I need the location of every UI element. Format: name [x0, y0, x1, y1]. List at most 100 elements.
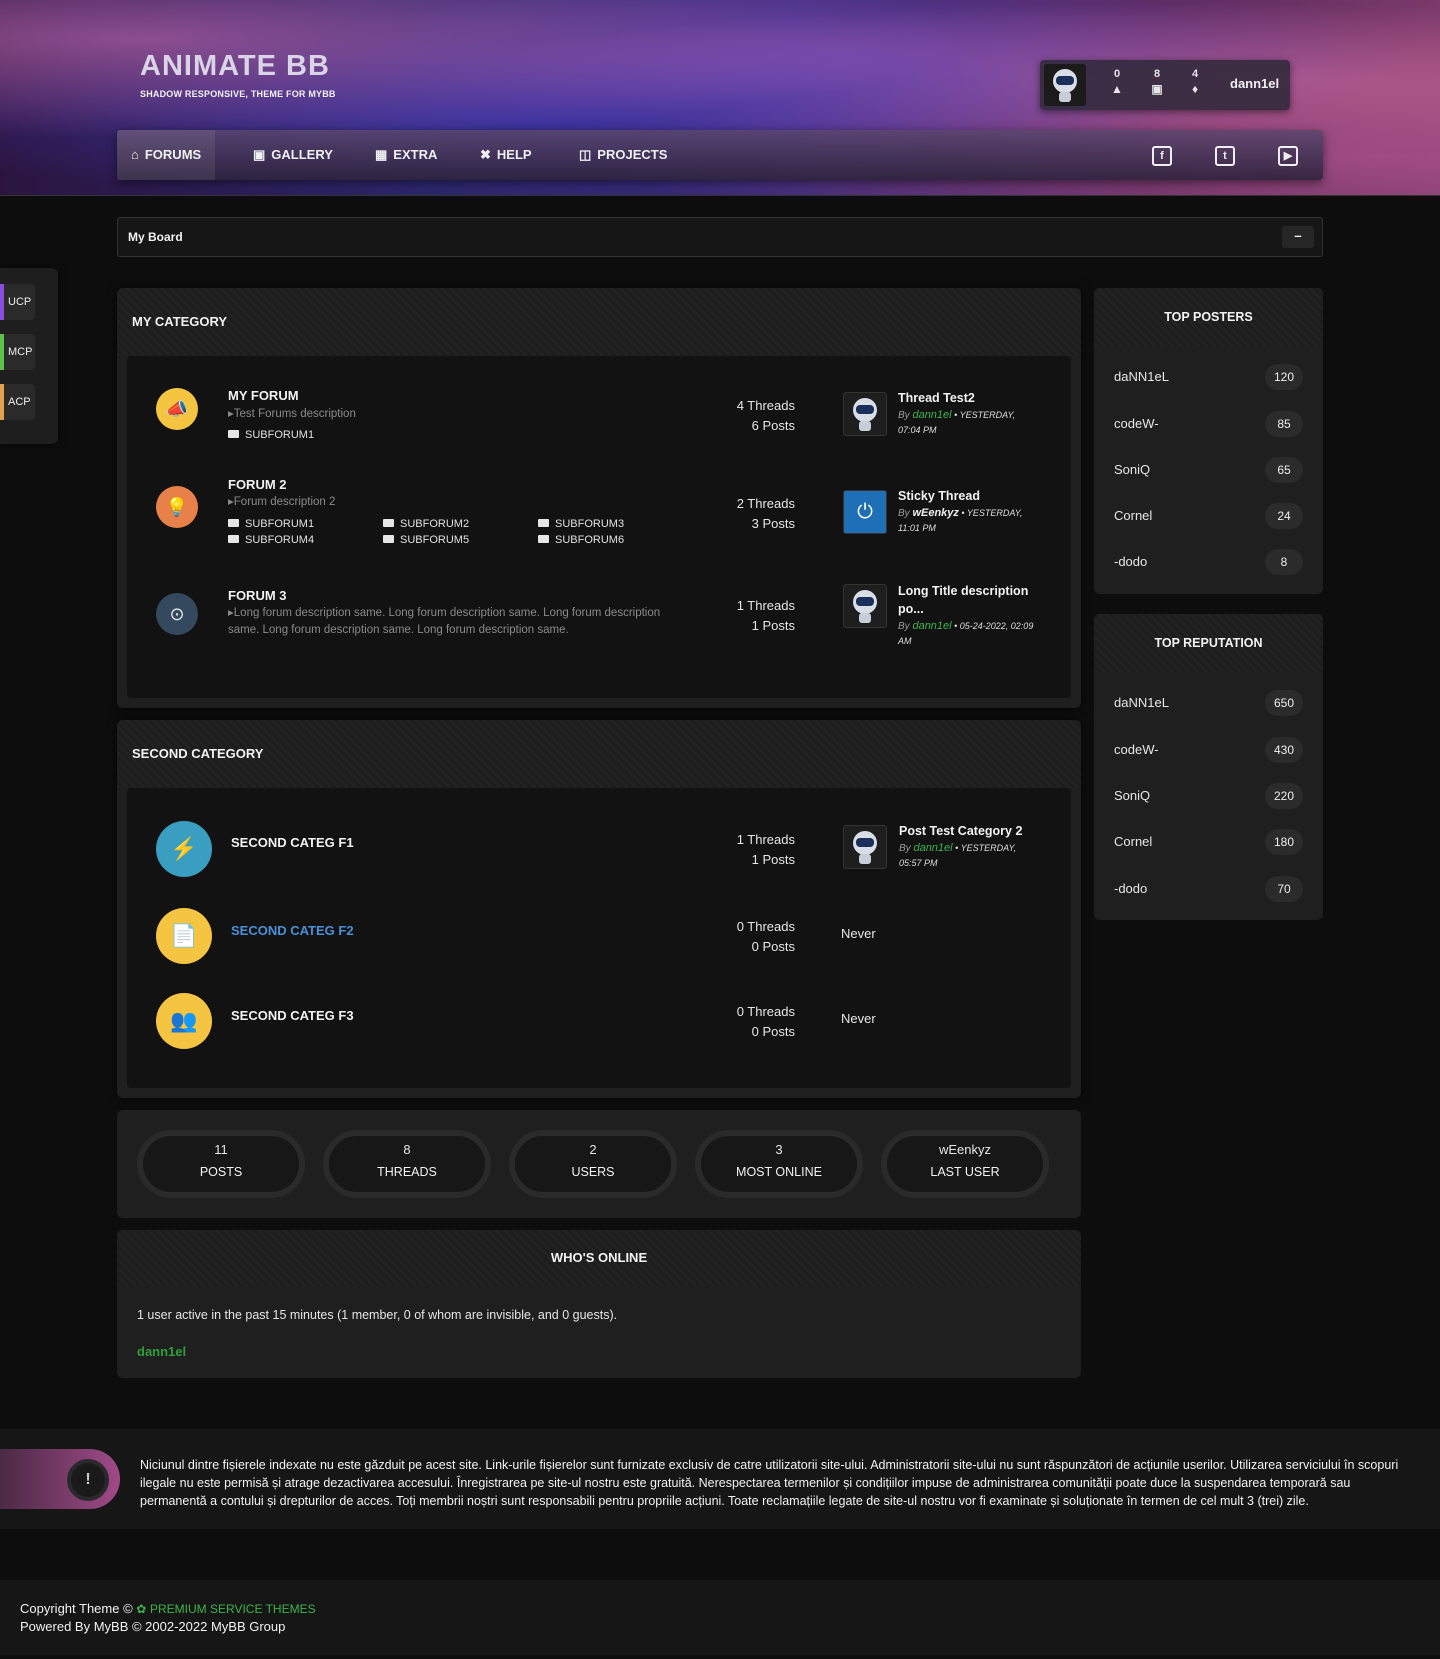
subforum-link[interactable]: SUBFORUM3	[538, 518, 624, 530]
post-count: 3 Posts	[751, 516, 795, 531]
subforum-link[interactable]: SUBFORUM2	[383, 518, 469, 530]
last-poster-avatar[interactable]	[843, 825, 887, 869]
nav-gallery[interactable]: ▣ GALLERY	[239, 130, 347, 180]
robot-avatar-icon	[853, 398, 877, 431]
last-post-user[interactable]: dann1el	[913, 842, 952, 854]
sitemap-icon: ◫	[579, 147, 592, 162]
last-post-meta: By wEenkyz • YESTERDAY, 11:01 PM	[898, 507, 1023, 533]
user-avatar[interactable]	[1044, 64, 1086, 106]
threads-count: 8	[1153, 68, 1161, 80]
forum-title[interactable]: FORUM 2	[228, 477, 287, 492]
list-item[interactable]: -dodo 70	[1094, 874, 1323, 904]
list-item[interactable]: codeW- 430	[1094, 735, 1323, 765]
forum-stats: 0 Threads 0 Posts	[737, 917, 795, 957]
disclaimer-text: Niciunul dintre fișierele indexate nu es…	[140, 1458, 1399, 1508]
forum-row: ⚡ SECOND CATEG F1 1 Threads 1 Posts Post…	[127, 788, 1071, 888]
subforum-link[interactable]: SUBFORUM4	[228, 534, 314, 546]
nav-help[interactable]: ✖ HELP	[466, 130, 546, 180]
thread-count: 4 Threads	[736, 398, 795, 413]
last-post-meta: By dann1el • YESTERDAY, 07:04 PM	[898, 409, 1016, 435]
post-count: 0 Posts	[751, 1024, 795, 1039]
list-item[interactable]: SoniQ 220	[1094, 781, 1323, 811]
thread-count: 1 Threads	[736, 832, 795, 847]
threads-stat[interactable]: 8 ▣	[1145, 68, 1169, 95]
calendar-icon: ▣	[1151, 82, 1163, 96]
breadcrumb-home[interactable]: My Board	[128, 230, 183, 244]
stat-threads: 8 THREADS	[323, 1130, 491, 1198]
last-post-title[interactable]: Thread Test2	[898, 389, 1038, 407]
collapse-button[interactable]: –	[1282, 226, 1314, 248]
folder-icon	[228, 430, 239, 438]
list-item[interactable]: -dodo 8	[1094, 547, 1323, 577]
last-post-title[interactable]: Post Test Category 2	[899, 822, 1039, 840]
stat-last-user[interactable]: wEenkyz LAST USER	[881, 1130, 1049, 1198]
subforum-link[interactable]: SUBFORUM1	[228, 429, 314, 441]
notifications-stat[interactable]: 4 ♦	[1183, 68, 1207, 95]
forum-title[interactable]: SECOND CATEG F1	[231, 835, 354, 850]
nav-forums[interactable]: ⌂ FORUMS	[117, 130, 216, 180]
last-post-user[interactable]: wEenkyz	[912, 507, 958, 519]
top-reputation-title: TOP REPUTATION	[1094, 614, 1323, 672]
last-post-title[interactable]: Sticky Thread	[898, 487, 1038, 505]
nav-projects[interactable]: ◫ PROJECTS	[565, 130, 681, 180]
forum-title[interactable]: SECOND CATEG F2	[231, 923, 354, 938]
whos-online: WHO'S ONLINE 1 user active in the past 1…	[117, 1230, 1081, 1378]
subforum-link[interactable]: SUBFORUM6	[538, 534, 624, 546]
last-post-never: Never	[841, 926, 876, 941]
category-title[interactable]: MY CATEGORY	[117, 288, 1081, 356]
nav-extra[interactable]: ▦ EXTRA	[361, 130, 451, 180]
forum-title[interactable]: MY FORUM	[228, 388, 299, 403]
power-avatar-icon[interactable]: ⏻	[843, 490, 887, 534]
leaf-icon: ✿	[136, 1602, 147, 1616]
online-user-link[interactable]: dann1el	[137, 1344, 186, 1359]
forum-stats: 2 Threads 3 Posts	[737, 494, 795, 534]
subforum-link[interactable]: SUBFORUM5	[383, 534, 469, 546]
ucp-button[interactable]: UCP	[0, 284, 35, 320]
post-count: 0 Posts	[751, 939, 795, 954]
whos-online-title[interactable]: WHO'S ONLINE	[117, 1230, 1081, 1286]
twitter-icon[interactable]: t	[1215, 146, 1235, 166]
username[interactable]: dann1el	[1230, 76, 1279, 91]
last-poster-avatar[interactable]	[843, 392, 887, 436]
whos-online-text: 1 user active in the past 15 minutes (1 …	[137, 1308, 618, 1322]
folder-icon	[538, 519, 549, 527]
forum-title[interactable]: SECOND CATEG F3	[231, 1008, 354, 1023]
subforum-link[interactable]: SUBFORUM1	[228, 518, 314, 530]
top-posters-panel: TOP POSTERS daNN1eL 120 codeW- 85 SoniQ 65 …	[1094, 288, 1323, 594]
theme-brand-link[interactable]: PREMIUM SERVICE THEMES	[150, 1602, 316, 1616]
youtube-icon[interactable]: ▶	[1278, 146, 1298, 166]
thread-count: 0 Threads	[736, 919, 795, 934]
category-title[interactable]: SECOND CATEGORY	[117, 720, 1081, 788]
plug-icon: ⚡	[156, 821, 212, 877]
mcp-button[interactable]: MCP	[0, 334, 35, 370]
forum-row: 💡 FORUM 2 Forum description 2 SUBFORUM1 …	[127, 466, 1071, 576]
logo-title[interactable]: ANIMATE BB	[140, 50, 330, 83]
category-second-category: SECOND CATEGORY ⚡ SECOND CATEG F1 1 Thre…	[117, 720, 1081, 1098]
robot-avatar-icon	[1053, 69, 1077, 102]
folder-icon	[383, 535, 394, 543]
list-item[interactable]: daNN1eL 120	[1094, 362, 1323, 392]
facebook-icon[interactable]: f	[1152, 146, 1172, 166]
last-poster-avatar[interactable]	[843, 584, 887, 628]
forum-stats: 0 Threads 0 Posts	[737, 1002, 795, 1042]
list-item[interactable]: Cornel 180	[1094, 827, 1323, 857]
stat-users: 2 USERS	[509, 1130, 677, 1198]
copyright: Copyright Theme © ✿ PREMIUM SERVICE THEM…	[20, 1601, 316, 1634]
list-item[interactable]: Cornel 24	[1094, 501, 1323, 531]
acp-button[interactable]: ACP	[0, 384, 35, 420]
category-body: 📣 MY FORUM Test Forums description SUBFO…	[127, 356, 1071, 698]
messages-stat[interactable]: 0 ▲	[1105, 68, 1129, 95]
list-item[interactable]: daNN1eL 650	[1094, 688, 1323, 718]
forum-stats: 4 Threads 6 Posts	[737, 396, 795, 436]
list-item[interactable]: codeW- 85	[1094, 409, 1323, 439]
list-item[interactable]: SoniQ 65	[1094, 455, 1323, 485]
last-post-user[interactable]: dann1el	[912, 620, 951, 632]
last-post-title[interactable]: Long Title description po...	[898, 582, 1038, 618]
forum-row: 👥 SECOND CATEG F3 0 Threads 0 Posts Neve…	[127, 973, 1071, 1063]
last-post-user[interactable]: dann1el	[912, 409, 951, 421]
bell-icon: ♦	[1191, 82, 1199, 96]
stat-posts: 11 POSTS	[137, 1130, 305, 1198]
share-icon: ⊙	[156, 593, 198, 635]
forum-title[interactable]: FORUM 3	[228, 588, 287, 603]
category-my-category: MY CATEGORY 📣 MY FORUM Test Forums descr…	[117, 288, 1081, 708]
